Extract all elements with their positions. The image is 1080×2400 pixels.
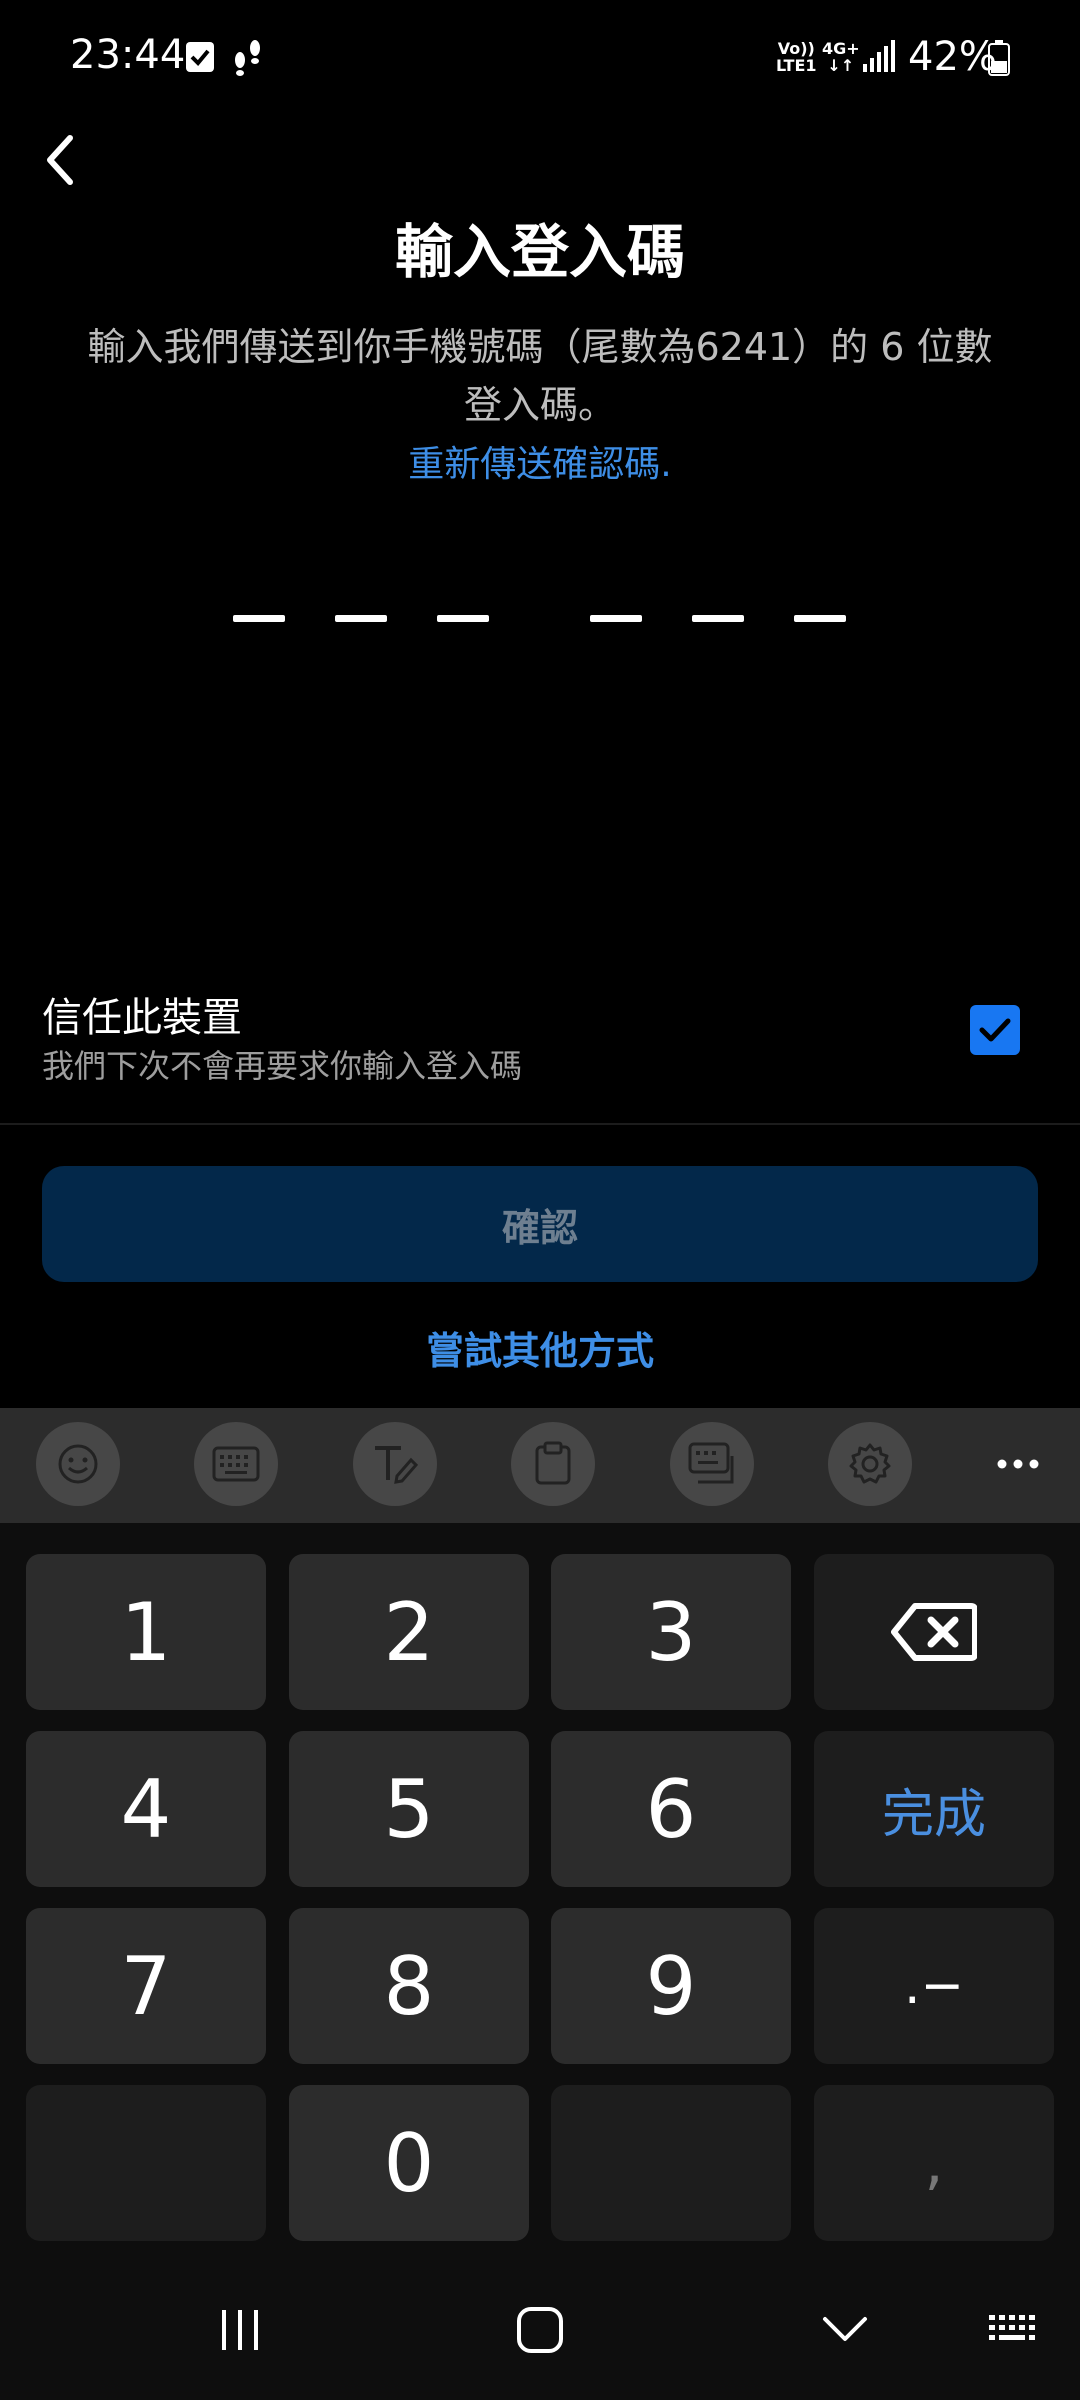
more-icon bbox=[997, 1459, 1039, 1469]
key-1[interactable]: 1 bbox=[26, 1554, 266, 1710]
network-type-label: 4G+ bbox=[822, 39, 860, 58]
resend-code-link[interactable]: 重新傳送確認碼. bbox=[0, 435, 1080, 487]
data-arrows-label: ↓↑ bbox=[827, 56, 855, 75]
keyboard-switch-icon bbox=[989, 2315, 1035, 2340]
recent-apps-icon bbox=[222, 2310, 258, 2350]
key-4[interactable]: 4 bbox=[26, 1731, 266, 1887]
confirm-button[interactable]: 確認 bbox=[42, 1166, 1038, 1282]
empty-key-left bbox=[26, 2085, 266, 2241]
settings-button[interactable] bbox=[828, 1422, 912, 1506]
keyboard-icon bbox=[212, 1446, 260, 1482]
checkmark-icon bbox=[979, 1018, 1011, 1042]
key-7[interactable]: 7 bbox=[26, 1908, 266, 2064]
handwriting-button[interactable] bbox=[353, 1422, 437, 1506]
key-3[interactable]: 3 bbox=[551, 1554, 791, 1710]
keyboard-toolbar bbox=[0, 1408, 1080, 1523]
trust-device-title: 信任此裝置 bbox=[42, 995, 242, 1041]
home-icon bbox=[517, 2307, 563, 2353]
backspace-key[interactable] bbox=[814, 1554, 1054, 1710]
volte-bottom-label: LTE1 bbox=[776, 56, 817, 75]
numeric-keyboard: 1 2 3 4 5 6 完成 7 8 9 .− 0 , bbox=[0, 1408, 1080, 2400]
backspace-icon bbox=[891, 1603, 977, 1661]
signal-icon bbox=[862, 40, 896, 78]
handwriting-icon bbox=[375, 1446, 419, 1484]
status-time: 23:44 bbox=[70, 32, 186, 78]
page-description: 輸入我們傳送到你手機號碼（尾數為6241）的 6 位數登入碼。 bbox=[87, 325, 993, 427]
key-2[interactable]: 2 bbox=[289, 1554, 529, 1710]
emoji-icon bbox=[58, 1444, 98, 1484]
clipboard-button[interactable] bbox=[511, 1422, 595, 1506]
page-title: 輸入登入碼 bbox=[394, 218, 685, 286]
code-digit-2 bbox=[335, 615, 387, 622]
battery-percent: 42% bbox=[908, 34, 997, 80]
battery-icon bbox=[988, 40, 1010, 80]
keyboard-button[interactable] bbox=[194, 1422, 278, 1506]
system-nav-bar bbox=[0, 2260, 1080, 2400]
keyboard-mode-icon bbox=[688, 1442, 734, 1484]
back-button[interactable] bbox=[20, 120, 100, 200]
code-digit-1 bbox=[233, 615, 285, 622]
chevron-left-icon bbox=[47, 135, 73, 185]
code-digit-4 bbox=[590, 615, 642, 622]
clipboard-icon bbox=[535, 1441, 571, 1485]
gear-icon bbox=[849, 1443, 891, 1484]
empty-key-middle bbox=[551, 2085, 791, 2241]
trust-device-checkbox[interactable] bbox=[970, 1005, 1020, 1055]
key-9[interactable]: 9 bbox=[551, 1908, 791, 2064]
login-code-input[interactable] bbox=[0, 615, 1080, 635]
symbols-key[interactable]: .− bbox=[814, 1908, 1054, 2064]
trust-device-subtitle: 我們下次不會再要求你輸入登入碼 bbox=[42, 1047, 523, 1085]
home-button[interactable] bbox=[490, 2260, 590, 2400]
key-6[interactable]: 6 bbox=[551, 1731, 791, 1887]
hide-keyboard-button[interactable] bbox=[795, 2260, 895, 2400]
keyboard-mode-button[interactable] bbox=[670, 1422, 754, 1506]
trust-device-row[interactable]: 信任此裝置 我們下次不會再要求你輸入登入碼 bbox=[0, 985, 1080, 1085]
key-0[interactable]: 0 bbox=[289, 2085, 529, 2241]
try-other-method-link[interactable]: 嘗試其他方式 bbox=[0, 1320, 1080, 1375]
more-options-button[interactable] bbox=[976, 1422, 1060, 1506]
chevron-down-icon bbox=[823, 2317, 867, 2341]
divider bbox=[0, 1123, 1080, 1125]
code-digit-6 bbox=[794, 615, 846, 622]
recent-apps-button[interactable] bbox=[190, 2260, 290, 2400]
code-digit-5 bbox=[692, 615, 744, 622]
emoji-button[interactable] bbox=[36, 1422, 120, 1506]
network-indicator: 4G+ ↓↑ bbox=[822, 40, 860, 74]
footsteps-icon bbox=[230, 38, 264, 82]
key-8[interactable]: 8 bbox=[289, 1908, 529, 2064]
task-check-icon bbox=[186, 42, 214, 72]
comma-key[interactable]: , bbox=[814, 2085, 1054, 2241]
volte-top-label: Vo)) bbox=[777, 39, 815, 58]
status-bar: 23:44 Vo)) LTE1 4G+ ↓↑ 42% bbox=[0, 0, 1080, 118]
volte-indicator: Vo)) LTE1 bbox=[776, 40, 817, 74]
code-digit-3 bbox=[437, 615, 489, 622]
key-5[interactable]: 5 bbox=[289, 1731, 529, 1887]
done-key[interactable]: 完成 bbox=[814, 1731, 1054, 1887]
keyboard-switch-button[interactable] bbox=[975, 2260, 1055, 2400]
